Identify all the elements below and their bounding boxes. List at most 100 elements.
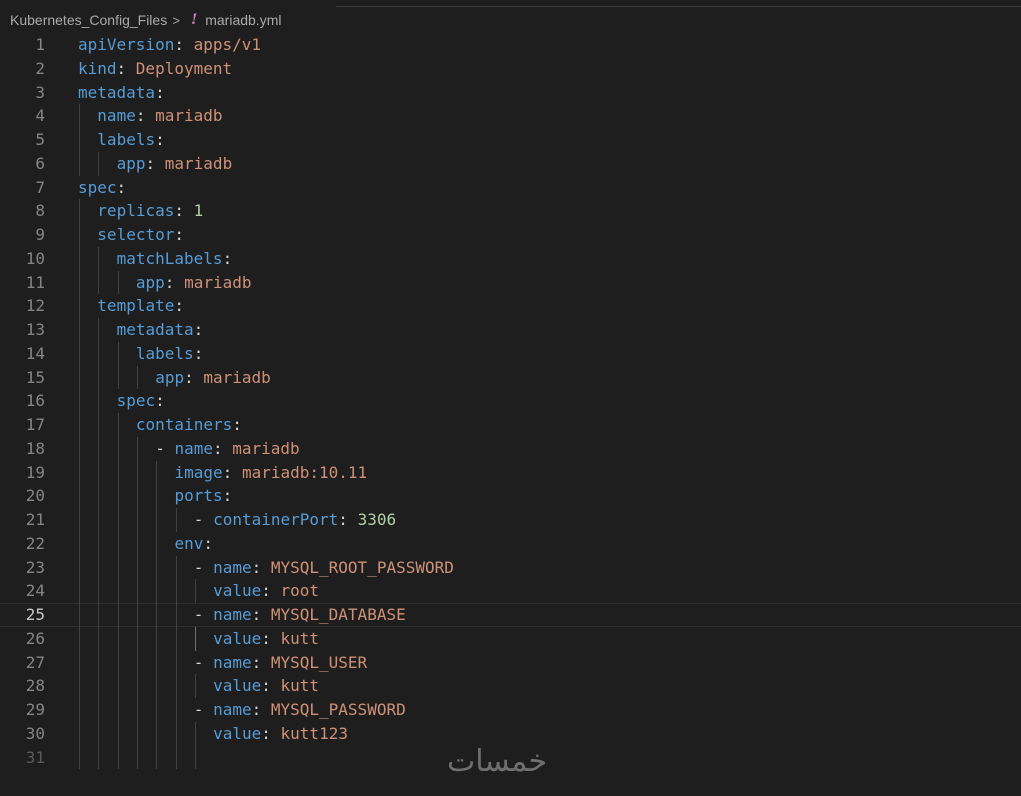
code-line[interactable]: 24 value: root	[0, 579, 1021, 603]
colon: :	[222, 462, 242, 482]
line-number: 19	[25, 462, 45, 482]
indent-guide	[98, 413, 100, 437]
yaml-key: containers	[135, 415, 233, 434]
indent-guide	[98, 721, 100, 746]
yaml-key: ports	[174, 486, 223, 506]
code-lines[interactable]: 1 apiVersion: apps/v1 2 kind: Deployment 3 me…	[0, 33, 1021, 770]
code-line[interactable]: 6 app: mariadb	[0, 151, 1021, 176]
indent-guide	[79, 484, 80, 508]
yaml-key: containerPort	[213, 510, 339, 529]
code-line[interactable]: 23 - name: MYSQL_ROOT_PASSWORD	[0, 555, 1021, 580]
indent-guide	[79, 745, 80, 770]
code-text: metadata:	[117, 318, 204, 342]
yaml-value: kutt123	[280, 723, 348, 743]
code-line[interactable]: 28 value: kutt	[0, 674, 1021, 698]
list-dash: -	[155, 438, 175, 458]
line-number: 20	[25, 486, 45, 506]
indent-guide	[98, 365, 100, 390]
code-line[interactable]: 15 app: mariadb	[0, 365, 1021, 390]
code-line[interactable]: 4 name: mariadb	[0, 104, 1021, 128]
indent-guide	[117, 365, 119, 390]
line-number: 6	[35, 153, 45, 173]
yaml-value: mariadb	[203, 367, 271, 387]
line-number: 16	[25, 391, 45, 411]
list-dash: -	[193, 652, 214, 672]
indent-guide	[117, 460, 119, 485]
yaml-key: matchLabels	[116, 248, 223, 268]
code-text: replicas: 1	[97, 199, 203, 223]
indent-guide	[175, 508, 177, 532]
code-line[interactable]: 2 kind: Deployment	[0, 57, 1021, 81]
yaml-key: metadata	[116, 320, 194, 339]
line-number: 30	[25, 723, 45, 743]
indent-guide	[79, 365, 80, 390]
indent-guide	[79, 223, 80, 247]
indent-guide	[98, 531, 100, 556]
colon: :	[164, 272, 185, 292]
code-line[interactable]: 11 app: mariadb	[0, 270, 1021, 295]
colon: :	[145, 153, 165, 173]
watermark-logo: خمسات	[447, 744, 548, 779]
code-line[interactable]: 9 selector:	[0, 223, 1021, 247]
line-number: 21	[25, 510, 45, 529]
indent-guide	[156, 721, 158, 746]
indent-guide	[194, 579, 196, 603]
indent-guide	[79, 294, 80, 318]
yaml-value: 3306	[357, 510, 397, 529]
indent-guide	[98, 674, 100, 698]
colon: :	[193, 343, 204, 363]
colon: :	[155, 82, 165, 102]
code-text: - name: MYSQL_PASSWORD	[194, 698, 406, 722]
code-line[interactable]: 19 image: mariadb:10.11	[0, 460, 1021, 485]
indent-guide	[117, 650, 119, 675]
colon: :	[232, 415, 242, 434]
indent-guide	[79, 579, 80, 603]
indent-guide	[136, 460, 138, 485]
code-line[interactable]: 29 - name: MYSQL_PASSWORD	[0, 698, 1021, 722]
breadcrumb: Kubernetes_Config_Files > ! mariadb.yml	[10, 10, 281, 30]
breadcrumb-folder[interactable]: Kubernetes_Config_Files	[10, 12, 167, 28]
indent-guide	[117, 508, 119, 532]
code-line[interactable]: 8 replicas: 1	[0, 199, 1021, 223]
line-number: 3	[35, 82, 45, 102]
indent-guide	[156, 508, 158, 532]
code-line[interactable]: 5 labels:	[0, 128, 1021, 152]
code-text: value: root	[213, 579, 319, 603]
yaml-key: env	[174, 533, 204, 553]
code-line[interactable]: 21 - containerPort: 3306	[0, 508, 1021, 532]
code-editor[interactable]: Kubernetes_Config_Files > ! mariadb.yml …	[0, 0, 1021, 796]
code-text: image: mariadb:10.11	[175, 461, 368, 485]
line-number: 28	[25, 676, 45, 696]
code-line[interactable]: 27 - name: MYSQL_USER	[0, 650, 1021, 675]
yaml-key: name	[97, 106, 136, 126]
code-line[interactable]: 1 apiVersion: apps/v1	[0, 33, 1021, 57]
yaml-value: mariadb	[232, 438, 300, 458]
code-line[interactable]: 22 env:	[0, 531, 1021, 556]
breadcrumb-file[interactable]: mariadb.yml	[205, 12, 281, 28]
code-line[interactable]: 7 spec:	[0, 176, 1021, 200]
line-number: 1	[35, 35, 45, 54]
code-line[interactable]: 3 metadata:	[0, 81, 1021, 105]
line-number: 25	[25, 605, 45, 624]
indent-guide	[79, 508, 80, 532]
code-line[interactable]: 10 matchLabels:	[0, 246, 1021, 271]
indent-guide	[136, 698, 138, 722]
indent-guide	[156, 626, 158, 651]
code-line[interactable]: 12 template:	[0, 294, 1021, 318]
code-text: selector:	[97, 223, 184, 247]
code-line[interactable]: 14 labels:	[0, 341, 1021, 366]
code-line[interactable]: 20 ports:	[0, 484, 1021, 508]
code-text: value: kutt	[213, 627, 319, 651]
code-line[interactable]: 13 metadata:	[0, 318, 1021, 342]
code-line[interactable]: 17 containers:	[0, 413, 1021, 437]
yaml-value: MYSQL_ROOT_PASSWORD	[270, 557, 454, 577]
indent-guide	[79, 555, 80, 580]
code-line[interactable]: 26 value: kutt	[0, 626, 1021, 651]
code-line[interactable]: 16 spec:	[0, 389, 1021, 413]
code-line[interactable]: 18 - name: mariadb	[0, 436, 1021, 461]
code-line[interactable]: 25 - name: MYSQL_DATABASE	[0, 603, 1021, 627]
indent-guide	[79, 389, 80, 413]
yaml-key: value	[213, 581, 262, 601]
code-line[interactable]: 30 value: kutt123	[0, 721, 1021, 746]
line-number: 23	[25, 557, 45, 577]
